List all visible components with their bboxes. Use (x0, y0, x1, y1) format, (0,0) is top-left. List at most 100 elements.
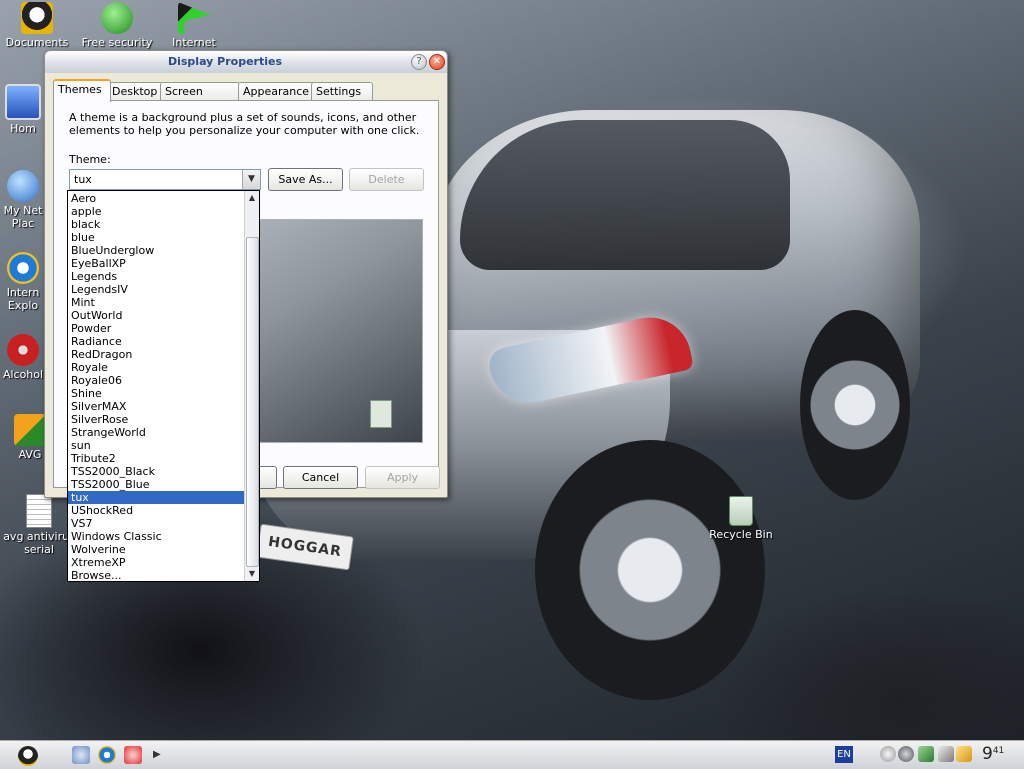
theme-label: Theme: (69, 153, 111, 166)
theme-option[interactable]: Tribute2 (68, 452, 244, 465)
desktop-icon-label: Free security (81, 36, 153, 49)
avg-icon (14, 414, 46, 446)
desktop-icon-recycle-bin[interactable]: Recycle Bin (704, 496, 778, 541)
theme-description: A theme is a background plus a set of so… (69, 111, 420, 137)
desktop-icon-label: Alcohol (2, 368, 44, 381)
recycle-bin-icon (370, 400, 392, 428)
theme-option[interactable]: apple (68, 205, 244, 218)
scrollbar-thumb[interactable] (246, 237, 259, 567)
theme-option[interactable]: TSS2000_Blue (68, 478, 244, 491)
tray-printer-icon[interactable] (938, 746, 954, 762)
theme-option[interactable]: Royale06 (68, 374, 244, 387)
theme-option[interactable]: Aero (68, 192, 244, 205)
recycle-bin-icon (729, 496, 753, 526)
chevron-right-icon[interactable]: ▶ (153, 746, 163, 764)
car-cabin (460, 120, 790, 270)
theme-option[interactable]: LegendsIV (68, 283, 244, 296)
tray-smiley-icon[interactable] (880, 746, 896, 762)
desktop-icon-internet-explorer[interactable]: Intern Explo (0, 252, 46, 312)
theme-options: Aero apple black blue BlueUnderglow EyeBallXP… (68, 192, 244, 581)
cancel-button[interactable]: Cancel (283, 466, 358, 489)
browser-icon[interactable] (98, 746, 116, 764)
theme-option[interactable]: SilverMAX (68, 400, 244, 413)
car-wheel-front (535, 440, 765, 700)
theme-option[interactable]: blue (68, 231, 244, 244)
apply-button[interactable]: Apply (365, 466, 440, 489)
theme-option[interactable]: RedDragon (68, 348, 244, 361)
theme-option[interactable]: SilverRose (68, 413, 244, 426)
dialog-title: Display Properties (167, 55, 283, 68)
clock-hour: 9 (982, 744, 993, 764)
theme-option[interactable]: tux (68, 491, 244, 504)
desktop-icon-label: My Net (3, 204, 43, 217)
theme-option[interactable]: Radiance (68, 335, 244, 348)
tab-screen-saver[interactable]: Screen Saver (160, 82, 240, 115)
dialog-titlebar[interactable]: Display Properties ? ✕ (45, 51, 447, 73)
ok-button-partial[interactable] (260, 466, 277, 489)
text-file-icon (26, 494, 52, 528)
theme-option[interactable]: OutWorld (68, 309, 244, 322)
theme-select-value: tux (74, 173, 92, 186)
car-wheel-rear (800, 310, 910, 500)
theme-option[interactable]: BlueUnderglow (68, 244, 244, 257)
theme-option[interactable]: StrangeWorld (68, 426, 244, 439)
tab-settings[interactable]: Settings (311, 82, 373, 100)
theme-option[interactable]: sun (68, 439, 244, 452)
tab-themes[interactable]: Themes (53, 79, 111, 102)
dropdown-scrollbar[interactable]: ▲ ▼ (244, 191, 259, 581)
scroll-down-icon[interactable]: ▼ (245, 567, 259, 581)
desktop-icon-alcohol[interactable]: Alcohol (0, 334, 46, 381)
theme-option[interactable]: UShockRed (68, 504, 244, 517)
theme-option[interactable]: XtremeXP (68, 556, 244, 569)
green-flag-icon (178, 2, 210, 34)
theme-dropdown-list[interactable]: Aero apple black blue BlueUnderglow EyeBallXP… (67, 190, 260, 582)
taskbar: ▶ EN 941 (0, 740, 1024, 769)
media-player-icon[interactable] (124, 746, 142, 764)
monitor-icon (5, 84, 41, 120)
theme-option[interactable]: EyeBallXP (68, 257, 244, 270)
alcohol-disc-icon (7, 334, 39, 366)
desktop-icon-label: Internet (172, 36, 216, 49)
desktop-icon-free-security[interactable]: Free security (80, 2, 154, 49)
chevron-down-icon[interactable]: ▼ (242, 170, 260, 189)
desktop-icon-my-network[interactable]: My Net Plac (0, 170, 46, 230)
save-as-button[interactable]: Save As... (268, 168, 343, 191)
start-menu-tux-icon[interactable] (18, 746, 38, 766)
desktop-icon-documents[interactable]: Documents (0, 2, 74, 49)
tab-desktop[interactable]: Desktop (107, 82, 163, 100)
theme-option[interactable]: Royale (68, 361, 244, 374)
theme-option[interactable]: VS7 (68, 517, 244, 530)
tray-folder-icon[interactable] (956, 746, 972, 762)
theme-option[interactable]: TSS2000_Black (68, 465, 244, 478)
tab-appearance[interactable]: Appearance (238, 82, 315, 100)
theme-select[interactable]: tux ▼ (69, 169, 261, 190)
scroll-up-icon[interactable]: ▲ (245, 191, 259, 205)
desktop-icon-home[interactable]: Hom (0, 84, 46, 135)
theme-option[interactable]: Shine (68, 387, 244, 400)
desktop-icon-label: Intern (6, 286, 40, 299)
green-globe-icon (101, 2, 133, 34)
tray-shield-icon[interactable] (898, 746, 914, 762)
theme-option[interactable]: Powder (68, 322, 244, 335)
tux-folder-icon (21, 2, 53, 34)
close-button[interactable]: ✕ (429, 54, 445, 70)
show-desktop-icon[interactable] (72, 746, 90, 764)
desktop-icon-label: Documents (5, 36, 69, 49)
desktop-icon-label: avg antivirus (3, 530, 75, 543)
theme-option[interactable]: Wolverine (68, 543, 244, 556)
delete-button[interactable]: Delete (349, 168, 424, 191)
desktop-icon-internet[interactable]: Internet (157, 2, 231, 49)
desktop-icon-avg-serial[interactable]: avg antivirus serial (2, 494, 76, 556)
desktop-icon-label: Explo (7, 299, 39, 312)
language-indicator[interactable]: EN (835, 746, 853, 763)
clock[interactable]: 941 (982, 744, 1004, 764)
theme-option[interactable]: Windows Classic (68, 530, 244, 543)
desktop-icon-label: Hom (10, 122, 36, 135)
theme-option[interactable]: black (68, 218, 244, 231)
theme-option[interactable]: Mint (68, 296, 244, 309)
help-button[interactable]: ? (411, 54, 427, 70)
theme-option[interactable]: Legends (68, 270, 244, 283)
tray-network-icon[interactable] (918, 746, 934, 762)
desktop-icon-label: serial (24, 543, 54, 556)
theme-option[interactable]: Browse... (68, 569, 244, 581)
